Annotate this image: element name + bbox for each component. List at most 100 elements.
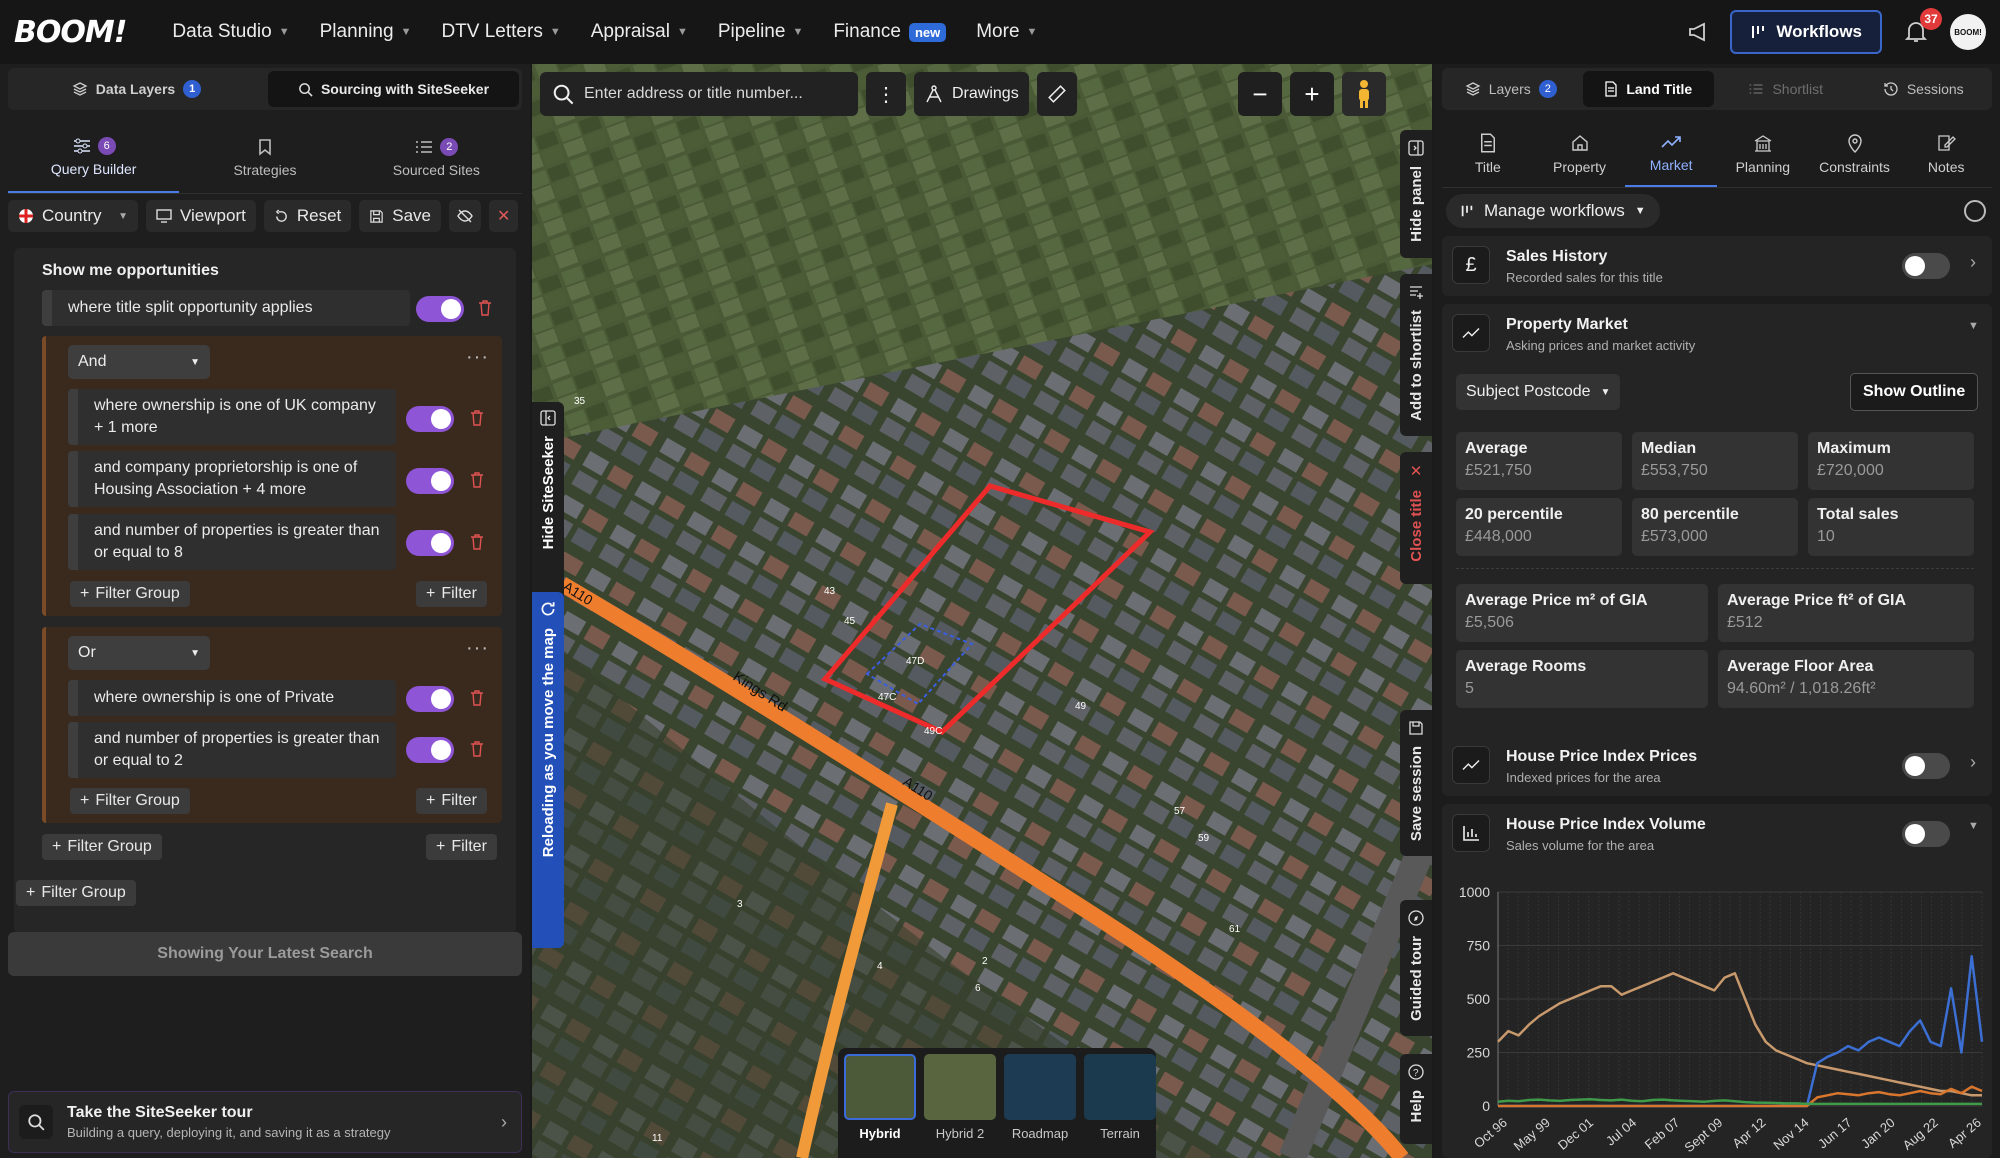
chevron-down-icon[interactable]: ▼ xyxy=(1968,320,1979,332)
siteseeker-tour-banner[interactable]: Take the SiteSeeker tour Building a quer… xyxy=(8,1091,522,1153)
trash-icon[interactable] xyxy=(470,690,484,706)
nav-dtv-letters[interactable]: DTV Letters ▼ xyxy=(429,12,572,52)
add-filter-group-button[interactable]: + Filter Group xyxy=(70,581,190,607)
hpi-prices-toggle[interactable] xyxy=(1902,753,1950,779)
rule-toggle[interactable] xyxy=(416,296,464,322)
viewport-button[interactable]: Viewport xyxy=(146,200,256,232)
tab-shortlist[interactable]: Shortlist xyxy=(1720,71,1852,107)
chevron-down-icon[interactable]: ▼ xyxy=(1968,820,1979,832)
map-canvas[interactable]: A110 Kings Rd A110 35 43 45 47D 47C 49C … xyxy=(532,64,1432,1158)
drawings-button[interactable]: Drawings xyxy=(914,72,1029,116)
trend-up-icon xyxy=(1452,314,1490,352)
tab-strategies[interactable]: Strategies xyxy=(179,122,350,193)
trash-icon[interactable] xyxy=(470,410,484,426)
trash-icon[interactable] xyxy=(470,472,484,488)
megaphone-icon[interactable] xyxy=(1688,22,1710,42)
series-line xyxy=(1497,1097,1982,1106)
basemap-hybrid-2[interactable]: Hybrid 2 xyxy=(924,1054,996,1152)
help-tab[interactable]: ? Help xyxy=(1400,1054,1432,1144)
add-filter-group-button[interactable]: + Filter Group xyxy=(16,880,136,906)
tab-property[interactable]: Property xyxy=(1534,120,1626,187)
locate-icon[interactable] xyxy=(1964,200,1986,222)
nav-finance[interactable]: Finance new xyxy=(821,12,958,52)
tab-market[interactable]: Market xyxy=(1625,120,1718,187)
nav-planning[interactable]: Planning ▼ xyxy=(308,12,424,52)
app-logo[interactable]: BOOM! xyxy=(14,15,127,50)
map-more-button[interactable]: ⋮ xyxy=(866,72,906,116)
rule-toggle[interactable] xyxy=(406,530,454,556)
add-filter-button[interactable]: + Filter xyxy=(426,834,497,860)
tab-notes[interactable]: Notes xyxy=(1900,120,1992,187)
chevron-right-icon[interactable]: › xyxy=(1970,252,1976,273)
tab-land-title[interactable]: Land Title xyxy=(1582,71,1714,107)
chevron-right-icon[interactable]: › xyxy=(1970,752,1976,773)
add-filter-group-button[interactable]: + Filter Group xyxy=(42,834,162,860)
workflows-button[interactable]: Workflows xyxy=(1730,10,1882,54)
trash-icon[interactable] xyxy=(478,300,492,316)
manage-workflows-button[interactable]: Manage workflows ▼ xyxy=(1446,194,1660,228)
street-view-button[interactable] xyxy=(1342,72,1386,116)
tab-planning[interactable]: Planning xyxy=(1717,120,1809,187)
tab-sessions[interactable]: Sessions xyxy=(1858,71,1990,107)
country-select[interactable]: Country ▼ xyxy=(8,200,138,232)
zoom-in-button[interactable]: + xyxy=(1290,72,1334,116)
add-filter-group-button[interactable]: + Filter Group xyxy=(70,788,190,814)
show-outline-button[interactable]: Show Outline xyxy=(1850,373,1979,411)
save-session-tab[interactable]: Save session xyxy=(1400,710,1432,856)
nav-data-studio[interactable]: Data Studio ▼ xyxy=(160,12,301,52)
nav-more[interactable]: More ▼ xyxy=(964,12,1049,52)
close-title-tab[interactable]: ✕ Close title xyxy=(1400,452,1432,584)
reset-button[interactable]: Reset xyxy=(263,200,352,232)
zoom-out-button[interactable]: − xyxy=(1238,72,1282,116)
hpi-volume-toggle[interactable] xyxy=(1902,821,1950,847)
filter-rule[interactable]: where title split opportunity applies xyxy=(42,290,410,326)
tab-layers[interactable]: Layers 2 xyxy=(1445,71,1577,107)
basemap-terrain[interactable]: Terrain xyxy=(1084,1054,1156,1152)
nav-appraisal[interactable]: Appraisal ▼ xyxy=(579,12,700,52)
add-filter-button[interactable]: + Filter xyxy=(416,788,487,814)
rule-toggle[interactable] xyxy=(406,686,454,712)
tab-constraints[interactable]: Constraints xyxy=(1809,120,1901,187)
basemap-hybrid[interactable]: Hybrid xyxy=(844,1054,916,1152)
rule-toggle[interactable] xyxy=(406,468,454,494)
latest-search-button[interactable]: Showing Your Latest Search xyxy=(8,932,522,976)
map-search-input[interactable]: Enter address or title number... xyxy=(540,72,858,116)
nav-pipeline[interactable]: Pipeline ▼ xyxy=(706,12,816,52)
history-icon xyxy=(1884,82,1898,96)
tab-query-builder[interactable]: 6 Query Builder xyxy=(8,122,180,193)
hide-overlay-button[interactable] xyxy=(449,200,482,232)
group-operator-select[interactable]: And ▼ xyxy=(68,345,210,379)
save-button[interactable]: Save xyxy=(359,200,442,232)
trash-icon[interactable] xyxy=(470,741,484,757)
filter-rule[interactable]: and number of properties is greater than… xyxy=(68,514,396,570)
filter-rule[interactable]: and number of properties is greater than… xyxy=(68,722,396,778)
basemap-roadmap[interactable]: Roadmap xyxy=(1004,1054,1076,1152)
guided-tour-tab[interactable]: Guided tour xyxy=(1400,900,1432,1036)
map-pin-icon xyxy=(1847,133,1862,153)
sales-history-toggle[interactable] xyxy=(1902,253,1950,279)
trash-icon[interactable] xyxy=(470,534,484,550)
add-to-shortlist-tab[interactable]: Add to shortlist xyxy=(1400,274,1432,436)
measure-button[interactable] xyxy=(1036,72,1077,116)
tab-sourced-sites[interactable]: 2 Sourced Sites xyxy=(351,122,522,193)
rule-toggle[interactable] xyxy=(406,406,454,432)
subject-postcode-select[interactable]: Subject Postcode ▼ xyxy=(1456,374,1621,410)
group-operator-select[interactable]: Or ▼ xyxy=(68,636,210,670)
tab-title[interactable]: Title xyxy=(1442,120,1534,187)
filter-rule[interactable]: and company proprietorship is one of Hou… xyxy=(68,451,396,507)
rule-toggle[interactable] xyxy=(406,737,454,763)
more-options-icon[interactable]: ··· xyxy=(466,346,489,369)
house-number: 6 xyxy=(975,983,981,994)
tab-data-layers[interactable]: Data Layers 1 xyxy=(11,71,262,107)
more-options-icon[interactable]: ··· xyxy=(466,637,489,660)
x-tick-label: May 99 xyxy=(1511,1115,1553,1154)
rule-handle xyxy=(68,514,78,570)
filter-rule[interactable]: where ownership is one of UK company + 1… xyxy=(68,389,396,445)
add-filter-button[interactable]: + Filter xyxy=(416,581,487,607)
close-query-button[interactable]: ✕ xyxy=(489,200,519,232)
tab-sourcing-siteseeker[interactable]: Sourcing with SiteSeeker xyxy=(268,71,519,107)
notifications-button[interactable]: 37 xyxy=(1902,8,1942,46)
avatar[interactable]: BOOM! xyxy=(1950,14,1986,50)
filter-rule[interactable]: where ownership is one of Private xyxy=(68,680,396,716)
hide-panel-tab[interactable]: Hide panel xyxy=(1400,130,1432,258)
